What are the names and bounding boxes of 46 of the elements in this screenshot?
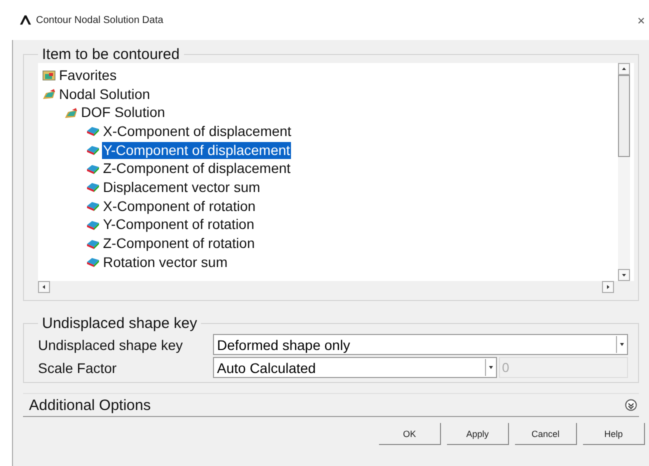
close-button[interactable]: × [637,12,645,28]
input-field: 0 [499,357,628,378]
tree-item[interactable]: Z-Component of rotation [102,235,256,252]
scroll-down-button[interactable] [618,269,630,281]
solution-icon [42,88,56,100]
tree-item[interactable]: Y-Component of rotation [102,216,256,234]
dialog-button[interactable]: Cancel [515,423,577,445]
dropdown[interactable]: Deformed shape only [213,334,628,355]
tree-item[interactable]: Favorites [58,66,118,84]
expand-icon [625,399,637,411]
cube-icon [86,162,100,175]
cube-icon [86,200,100,212]
tree-item[interactable]: DOF Solution [80,104,166,122]
dropdown[interactable]: Auto Calculated [213,357,497,378]
scroll-up-button[interactable] [618,63,630,75]
scroll-left-button[interactable] [38,281,50,293]
group-title: Item to be contoured [41,46,181,63]
vertical-scrollbar[interactable] [618,63,630,281]
tree-item[interactable]: Y-Component of displacement [102,142,292,159]
solution-icon [64,106,78,119]
dialog-button[interactable]: OK [379,423,441,445]
dialog-button[interactable]: Apply [447,423,509,445]
field-label: Scale Factor [38,360,118,376]
tree-item[interactable]: X-Component of rotation [102,198,257,215]
cube-icon [86,144,100,156]
dialog-button[interactable]: Help [583,423,645,445]
cube-icon [86,238,100,250]
app-logo-icon [20,15,31,25]
dropdown-arrow-icon[interactable] [616,336,627,353]
tree-item[interactable]: Nodal Solution [58,86,152,103]
tree-item[interactable]: Displacement vector sum [102,178,262,196]
group-title: Undisplaced shape key [41,315,198,332]
cube-icon [86,125,100,138]
scroll-right-button[interactable] [602,281,614,293]
cube-icon [86,256,100,268]
tree-item[interactable]: X-Component of displacement [102,122,292,140]
cube-icon [86,218,100,231]
additional-options-bar[interactable]: Additional Options [23,393,639,417]
favorites-icon [42,69,56,82]
tree-item[interactable]: Z-Component of displacement [102,160,292,178]
dropdown-arrow-icon[interactable] [485,359,496,376]
horizontal-scrollbar[interactable] [38,281,614,295]
field-label: Undisplaced shape key [38,336,184,352]
tree-item[interactable]: Rotation vector sum [102,254,228,271]
window-title: Contour Nodal Solution Data [36,14,164,26]
cube-icon [86,181,100,194]
